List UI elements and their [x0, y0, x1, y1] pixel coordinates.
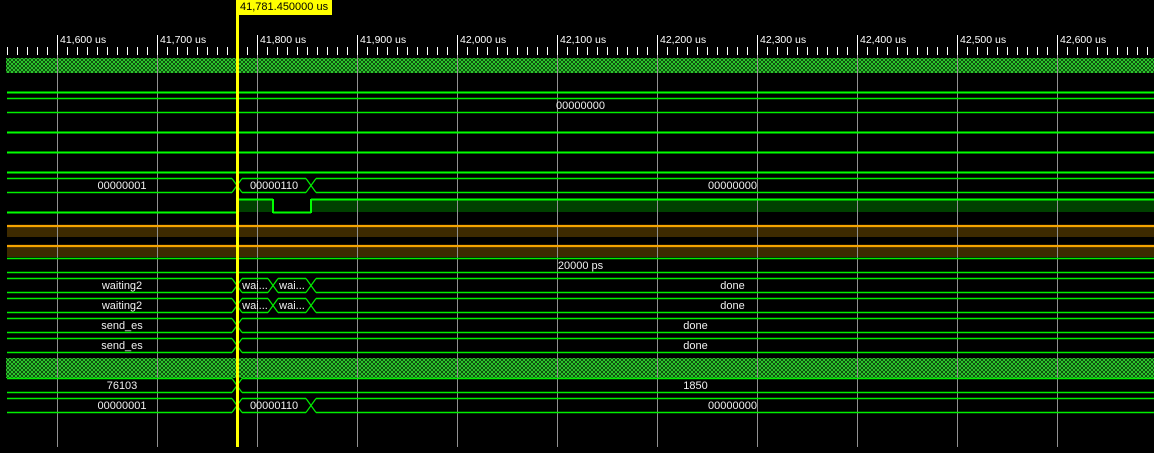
bus-state-waiting2-b[interactable]: waiting2 wai... wai... done — [7, 299, 1154, 313]
dense-activity-band-bottom[interactable] — [6, 358, 1154, 378]
bus-state-send-es-b[interactable]: send_es done — [7, 339, 1154, 353]
undefined-band-b-fill — [7, 247, 1154, 257]
bus-value-label: 00000110 — [250, 180, 298, 192]
bus-value-label: 00000000 — [556, 100, 605, 112]
ruler-label: 42,500 us — [960, 34, 1006, 46]
time-ruler[interactable]: 41,600 us 41,700 us 41,800 us 41,900 us 42,0… — [8, 34, 1148, 55]
ruler-label: 42,400 us — [860, 34, 906, 46]
bus-value-label: wai... — [241, 280, 268, 292]
bus-value-label: 00000000 — [708, 180, 757, 192]
bus-period[interactable]: 20000 ps — [7, 259, 1154, 273]
bus-state-waiting2-a[interactable]: waiting2 wai... wai... done — [7, 279, 1154, 293]
bus-value-label: 00000001 — [98, 180, 147, 192]
bus-value-label: wai... — [241, 300, 268, 312]
bus-value-label: done — [683, 340, 707, 352]
bus-value-label: 20000 ps — [558, 260, 604, 272]
ruler-label: 42,000 us — [460, 34, 506, 46]
scalar-pulse-high-fill — [237, 199, 273, 212]
bus-value-label: 00000110 — [250, 400, 298, 412]
ruler-label: 42,600 us — [1060, 34, 1106, 46]
bus-value-label: done — [683, 320, 707, 332]
bus-value-label: waiting2 — [101, 300, 142, 312]
bus-value-label: waiting2 — [101, 280, 142, 292]
bus-value-label: send_es — [101, 320, 143, 332]
bus-value-label: wai... — [278, 300, 305, 312]
cursor-time-label: 41,781.450000 us — [237, 0, 332, 15]
ruler-label: 41,800 us — [260, 34, 306, 46]
dense-activity-band-top[interactable] — [6, 58, 1154, 73]
scalar-pulse-high-fill — [311, 199, 1154, 212]
bus-state-send-es-a[interactable]: send_es done — [7, 319, 1154, 333]
time-cursor-line[interactable] — [236, 0, 239, 447]
ruler-label: 41,700 us — [160, 34, 206, 46]
bus-data-b[interactable]: 00000001 00000110 00000000 — [7, 399, 1154, 413]
bus-value-label: done — [720, 300, 744, 312]
bus-value-label: wai... — [278, 280, 305, 292]
bus-value-label: done — [720, 280, 744, 292]
bus-value-00000000[interactable]: 00000000 — [7, 99, 1154, 113]
bus-value-label: 00000000 — [708, 400, 757, 412]
undefined-band-a-fill — [7, 227, 1154, 237]
ruler-label: 41,900 us — [360, 34, 406, 46]
ruler-label: 42,200 us — [660, 34, 706, 46]
waveform-viewer: 41,600 us 41,700 us 41,800 us 41,900 us 42,0… — [0, 0, 1154, 453]
bus-data-a[interactable]: 00000001 00000110 00000000 — [7, 179, 1154, 193]
waveform-canvas[interactable]: 41,600 us 41,700 us 41,800 us 41,900 us 42,0… — [0, 0, 1154, 453]
ruler-label: 41,600 us — [60, 34, 106, 46]
bus-value-label: send_es — [101, 340, 143, 352]
bus-counter[interactable]: 76103 1850 — [7, 379, 1154, 393]
bus-value-label: 76103 — [107, 380, 138, 392]
ruler-label: 42,300 us — [760, 34, 806, 46]
bus-value-label: 00000001 — [98, 400, 147, 412]
bus-value-label: 1850 — [683, 380, 707, 392]
ruler-label: 42,100 us — [560, 34, 606, 46]
